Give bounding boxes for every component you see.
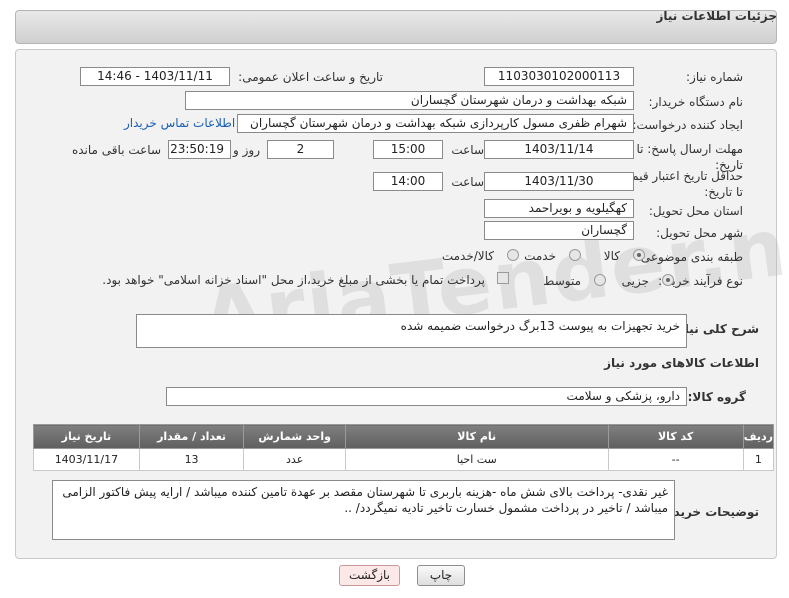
table-header-row: ردیف کد کالا نام کالا واحد شمارش تعداد /… <box>33 424 775 449</box>
announce-field: 1403/11/11 - 14:46 <box>80 67 230 86</box>
cell-unit: عدد <box>243 448 346 471</box>
process-medium-label: متوسط <box>543 274 581 288</box>
process-minor-radio[interactable] <box>662 274 674 286</box>
validity-time-label: ساعت <box>451 175 484 189</box>
back-button[interactable]: بازگشت <box>339 565 400 586</box>
validity-time-field: 14:00 <box>373 172 443 191</box>
category-both-radio[interactable] <box>507 249 519 261</box>
category-goods-label: کالا <box>603 249 620 263</box>
cell-name: ست احیا <box>344 448 609 471</box>
cell-date: 1403/11/17 <box>33 448 140 471</box>
category-label: طبقه بندی موضوعی: <box>636 250 743 264</box>
province-label: استان محل تحویل: <box>648 204 743 218</box>
col-name-header: نام کالا <box>344 424 609 449</box>
cell-qty: 13 <box>138 448 245 471</box>
treasury-checkbox[interactable] <box>497 272 509 284</box>
announce-label: تاریخ و ساعت اعلان عمومی: <box>238 70 383 84</box>
requester-label: ایجاد کننده درخواست: <box>632 118 743 132</box>
goods-group-label: گروه کالا: <box>687 390 746 404</box>
cell-code: -- <box>607 448 744 471</box>
category-service-radio[interactable] <box>569 249 581 261</box>
print-button[interactable]: چاپ <box>417 565 465 586</box>
province-field: کهگیلویه و بویراحمد <box>484 199 634 218</box>
validity-date-field: 1403/11/30 <box>484 172 634 191</box>
category-goods-radio[interactable] <box>633 249 645 261</box>
buyer-contact-link[interactable]: اطلاعات تماس خریدار <box>124 116 235 130</box>
goods-table: ردیف کد کالا نام کالا واحد شمارش تعداد /… <box>33 424 775 471</box>
goods-section-title: اطلاعات کالاهای مورد نیاز <box>604 356 759 370</box>
city-label: شهر محل تحویل: <box>656 226 743 240</box>
process-medium-radio[interactable] <box>594 274 606 286</box>
treasury-note: پرداخت تمام یا بخشی از مبلغ خرید،از محل … <box>102 273 485 287</box>
description-textarea: خرید تجهیزات به پیوست 13برگ درخواست ضمیم… <box>136 314 687 348</box>
remaining-time-field: 23:50:19 <box>168 140 231 159</box>
days-field: 2 <box>267 140 334 159</box>
need-number-field: 1103030102000113 <box>484 67 634 86</box>
need-number-label: شماره نیاز: <box>686 70 743 84</box>
cell-row: 1 <box>742 448 775 471</box>
remaining-label: ساعت باقی مانده <box>71 143 161 157</box>
category-both-label: کالا/خدمت <box>441 249 494 263</box>
days-label: روز و <box>233 143 260 157</box>
category-service-label: خدمت <box>524 249 556 263</box>
buyer-org-field: شبکه بهداشت و درمان شهرستان گچساران <box>185 91 634 110</box>
requester-field: شهرام ظفری مسول کارپردازی شبکه بهداشت و … <box>237 114 634 133</box>
table-row: 1 -- ست احیا عدد 13 1403/11/17 <box>33 448 775 471</box>
col-unit-header: واحد شمارش <box>243 424 346 449</box>
col-qty-header: تعداد / مقدار <box>138 424 245 449</box>
process-minor-label: جزیی <box>621 274 649 288</box>
deadline-time-field: 15:00 <box>373 140 443 159</box>
page-title: جزئیات اطلاعات نیاز <box>656 9 777 23</box>
deadline-time-label: ساعت <box>451 143 484 157</box>
col-row-header: ردیف <box>742 424 775 449</box>
goods-group-field: دارو، پزشکی و سلامت <box>166 387 687 406</box>
city-field: گچساران <box>484 221 634 240</box>
col-date-header: تاریخ نیاز <box>33 424 140 449</box>
buyer-notes-textarea: غیر نقدی- پرداخت بالای شش ماه -هزینه بار… <box>52 480 675 540</box>
deadline-date-field: 1403/11/14 <box>484 140 634 159</box>
col-code-header: کد کالا <box>607 424 744 449</box>
buyer-org-label: نام دستگاه خریدار: <box>648 95 744 109</box>
